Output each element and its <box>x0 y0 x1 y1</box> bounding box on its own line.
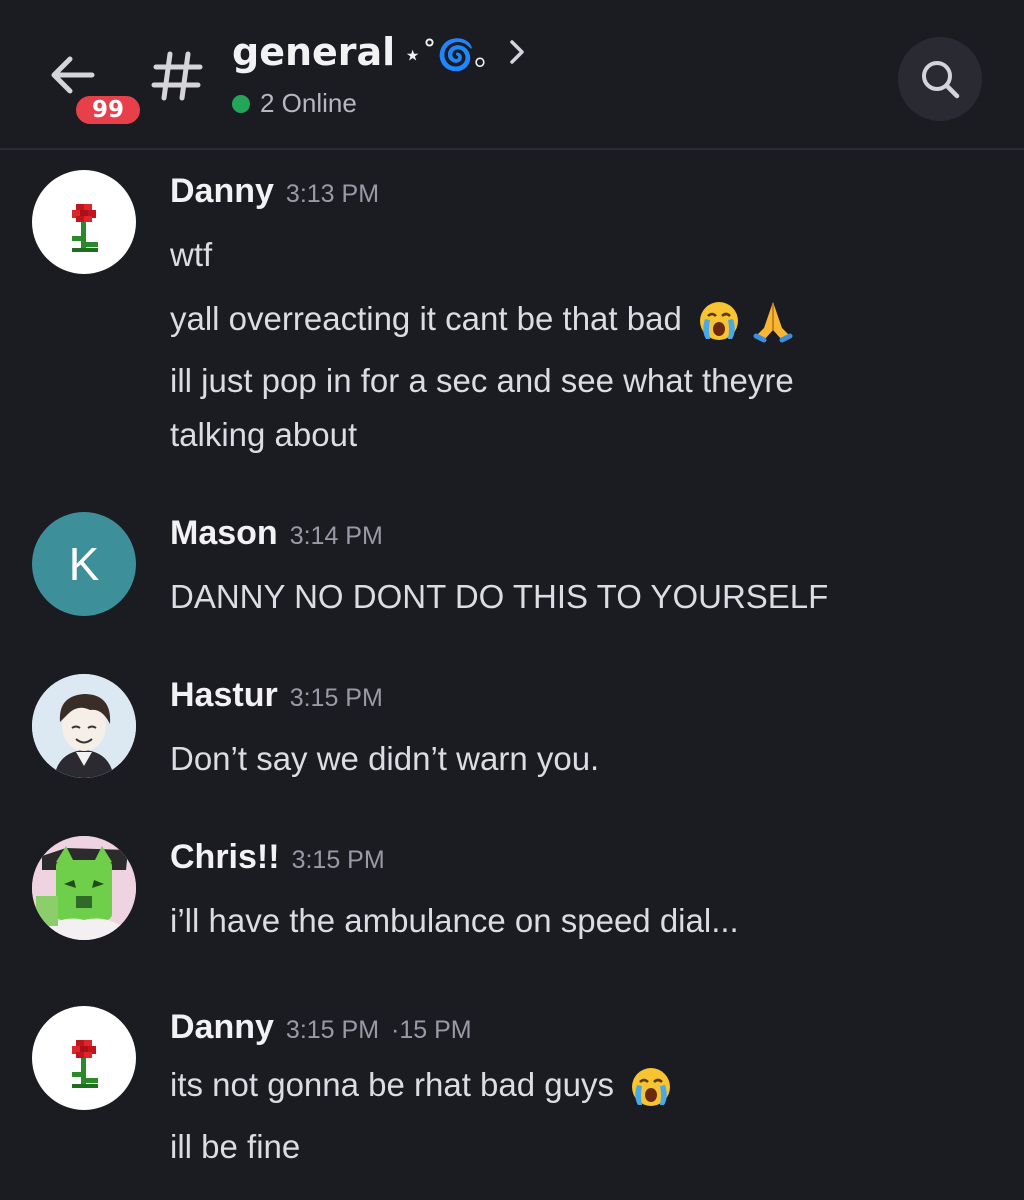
search-button[interactable] <box>898 37 982 121</box>
channel-name: general <box>232 30 396 74</box>
online-dot-icon <box>232 94 250 113</box>
rose-pixel-avatar[interactable] <box>32 170 136 274</box>
username[interactable]: Hastur <box>170 676 278 715</box>
message-text: wtf <box>170 236 213 273</box>
timestamp: 3:15 PM <box>289 684 383 712</box>
anime-boy-icon <box>32 674 136 778</box>
message-text: ill be fine <box>170 1128 301 1165</box>
timestamp: 3:13 PM <box>285 180 380 208</box>
message-text: its not gonna be rhat bad guys <box>170 1066 614 1103</box>
unread-badge: 99 <box>71 91 145 129</box>
timestamp: 3:15 PM <box>291 846 385 874</box>
rose-icon <box>72 204 98 252</box>
green-cat-avatar[interactable] <box>32 836 136 940</box>
message-text: ill just pop in for a sec and see what t… <box>170 362 794 399</box>
message-text: i’ll have the ambulance on speed dial... <box>170 902 739 939</box>
timestamp: 3:14 PM <box>289 522 383 550</box>
channel-header: 99 general ⋆˚🌀｡ 2 Online <box>0 0 1024 150</box>
channel-title[interactable]: general ⋆˚🌀｡ <box>232 30 527 74</box>
folded-hands-emoji <box>753 302 793 343</box>
username[interactable]: Mason <box>170 514 278 553</box>
message-text: DANNY NO DONT DO THIS TO YOURSELF <box>170 578 829 615</box>
rose-pixel-avatar[interactable] <box>32 1006 136 1110</box>
message-line: its not gonna be rhat bad guys <box>170 1058 673 1112</box>
search-icon <box>922 61 960 99</box>
message-line: yall overreacting it cant be that bad <box>170 292 796 346</box>
timestamp: 3:15 PM <box>285 1016 380 1044</box>
anime-boy-avatar[interactable] <box>32 674 136 778</box>
hash-icon <box>151 51 203 101</box>
channel-decoration: ⋆˚🌀｡ <box>403 38 490 73</box>
username[interactable]: Danny <box>170 1008 274 1047</box>
green-cat-icon <box>32 836 136 940</box>
message-text: Don’t say we didn’t warn you. <box>170 740 600 777</box>
online-count: 2 Online <box>260 88 357 118</box>
username[interactable]: Chris!! <box>170 838 280 877</box>
online-status: 2 Online <box>232 88 357 119</box>
rose-icon <box>72 1040 98 1088</box>
timestamp-ghost: ·15 PM <box>391 1016 472 1044</box>
letter-avatar[interactable]: K <box>32 512 136 616</box>
message-text: yall overreacting it cant be that bad <box>170 300 682 337</box>
message-text: talking about <box>170 416 358 453</box>
loudly-crying-face-emoji <box>699 302 738 341</box>
chevron-right-icon <box>510 40 525 64</box>
loudly-crying-face-emoji <box>632 1068 671 1107</box>
username[interactable]: Danny <box>170 172 274 211</box>
